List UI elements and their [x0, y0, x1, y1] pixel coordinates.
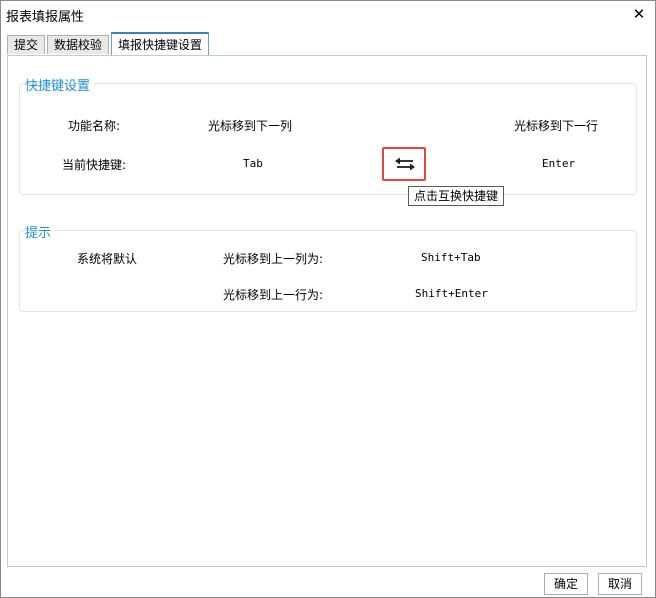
- ok-button[interactable]: 确定: [544, 573, 588, 595]
- col-shortcut-value: Tab: [243, 157, 263, 170]
- prev-col-value: Shift+Tab: [421, 251, 481, 264]
- tips-group: [19, 230, 637, 312]
- close-button[interactable]: ✕: [629, 4, 649, 24]
- tab-submit[interactable]: 提交: [7, 35, 45, 54]
- row-shortcut-value: Enter: [542, 157, 576, 170]
- cancel-button[interactable]: 取消: [598, 573, 642, 595]
- prev-row-label: 光标移到上一行为:: [223, 288, 324, 302]
- swap-shortcut-button[interactable]: [382, 147, 426, 181]
- close-icon: ✕: [632, 5, 646, 23]
- col-function-label: 光标移到下一列: [208, 119, 293, 133]
- swap-tooltip: 点击互换快捷键: [408, 186, 505, 206]
- dialog-window: 报表填报属性 ✕ 提交 数据校验 填报快捷键设置 快捷键设置 功能名称: 光标移…: [0, 0, 656, 598]
- function-name-label: 功能名称:: [68, 119, 121, 133]
- prev-col-label: 光标移到上一列为:: [223, 252, 324, 266]
- default-label: 系统将默认: [77, 252, 138, 266]
- swap-arrows-icon: [395, 157, 415, 171]
- shortcut-settings-group: [19, 83, 637, 195]
- title-bar: 报表填报属性 ✕: [1, 1, 655, 27]
- row-function-label: 光标移到下一行: [514, 119, 599, 133]
- prev-row-value: Shift+Enter: [415, 287, 488, 300]
- window-title: 报表填报属性: [6, 10, 85, 25]
- tips-title: 提示: [25, 222, 56, 241]
- current-shortcut-label: 当前快捷键:: [62, 158, 127, 172]
- tab-shortcut-settings[interactable]: 填报快捷键设置: [111, 32, 209, 55]
- tab-data-validation[interactable]: 数据校验: [47, 35, 109, 54]
- shortcut-settings-title: 快捷键设置: [25, 75, 95, 94]
